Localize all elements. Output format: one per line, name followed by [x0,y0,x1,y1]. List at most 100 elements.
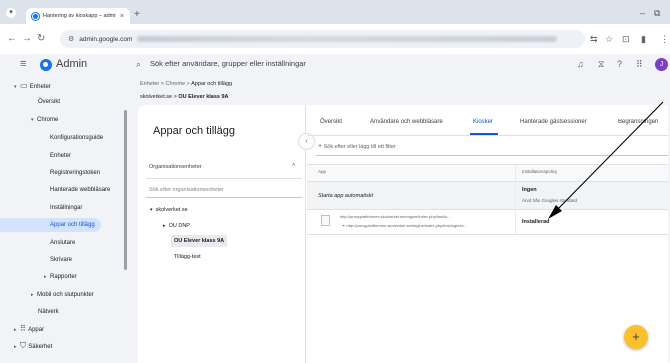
sidebar-item-setup-guide[interactable]: Konfigurationsguide [50,131,103,145]
tab-restrictions[interactable]: Begränsningen [618,119,668,125]
app-url: http://proxyplattformen.skolverket.se/en… [340,214,451,219]
sidebar-item-mobile-endpoints[interactable]: ▸ Mobil och slutpunkter [31,288,94,302]
auto-launch-policy: Ingen [522,187,537,193]
sidebar-item-network[interactable]: Nätverk [38,305,59,319]
sidebar-item-overview[interactable]: Översikt [38,95,60,109]
browser-toolbar: ← → ↻ ⚙ admin.google.com ⇆ ☆ ⊡ ▮ ⋮ [0,24,670,54]
add-filter-icon[interactable]: + [318,143,322,150]
browser-tab[interactable]: Hantering av kioskapp – admin × [26,8,130,24]
breadcrumb: Enheter > Chrome > Appar och tillägg [140,81,232,87]
breadcrumb-chrome[interactable]: Chrome [166,81,186,87]
sidebar-item-connectors[interactable]: Anslutare [50,236,75,250]
tab-users-browsers[interactable]: Användare och webbläsare [370,119,443,125]
column-header-policy[interactable]: Installationspolicy [522,169,557,174]
shield-icon: ⛉ [20,341,29,350]
ou-tree-root[interactable]: ▾ skolverket.se [150,204,188,216]
tab-kiosks[interactable]: Kiosker [473,119,493,125]
app-page-icon [321,215,330,226]
sidebar-item-label: Säkerhet [28,344,53,350]
sidebar-item-label: Nätverk [38,309,59,315]
add-app-button[interactable]: + [624,325,648,349]
breadcrumb-devices[interactable]: Enheter [140,81,159,87]
sidebar-item-enrollment-token[interactable]: Registreringstoken [50,166,100,180]
ou-tree-extension-test[interactable]: Tillägg-test [174,251,201,263]
sidebar-scrollbar[interactable] [124,110,127,270]
extensions-icon[interactable]: ⊡ [622,33,630,45]
auto-launch-label: Starta app automatiskt [318,193,374,199]
divider [316,155,668,156]
ou-tree-dnp[interactable]: ▸ OU DNP [163,220,190,232]
divider [307,135,668,136]
sidebar-item-label: Översikt [38,99,61,105]
sidebar-item-label: Registreringstoken [50,170,101,176]
tab-search-icon[interactable]: ▾ [6,8,16,18]
page-title: Appar och tillägg [153,125,235,137]
tab-title: Hantering av kioskapp – admin [43,13,116,19]
sidebar-item-managed-browsers[interactable]: Hanterade webbläsare [50,183,110,197]
chevron-down-icon[interactable]: ▾ [150,207,153,213]
admin-search-input[interactable]: Sök efter användare, grupper eller instä… [150,59,306,68]
browser-menu-icon[interactable]: ⋮ [660,33,669,45]
help-icon[interactable]: ? [617,59,622,69]
divider [146,197,302,198]
sidebar-item-printers[interactable]: Skrivare [50,253,72,267]
chevron-left-icon: ‹ [305,138,308,145]
breadcrumb-current: Appar och tillägg [191,81,233,87]
translate-icon[interactable]: ⇆ [590,33,598,45]
sidebar-item-devices[interactable]: ▾ ▭ Enheter [14,79,51,93]
tasks-hourglass-icon[interactable]: ⧖ [598,59,604,70]
site-info-icon[interactable]: ⚙ [68,35,74,43]
org-root[interactable]: skolverket.se [140,94,172,100]
back-arrow-icon[interactable]: ← [7,33,17,45]
tab-managed-guest-sessions[interactable]: Hanterade gästsessioner [520,119,587,125]
bookmark-star-icon[interactable]: ☆ [605,33,613,45]
ou-tree-label: Tillägg-test [174,254,201,260]
ou-search-input[interactable]: Sök efter organisationsenheter [149,187,224,193]
sidebar-item-reports[interactable]: ▸ Rapporter [44,270,77,284]
org-unit-path: skolverket.se > OU Elever klass 9A [140,94,229,100]
sidepanel-icon[interactable]: ▮ [641,33,646,45]
sidebar-item-security[interactable]: ▸ ⛉ Säkerhet [14,339,52,353]
sidebar-item-chrome[interactable]: ▾ Chrome [31,113,58,127]
tab-overview[interactable]: Översikt [320,119,342,125]
new-tab-button[interactable]: + [134,10,140,20]
sidebar-item-chrome-devices[interactable]: Enheter [50,149,71,163]
link-icon: ⚭ [342,223,346,228]
reload-icon[interactable]: ↻ [37,33,45,45]
org-unit-panel [138,105,306,363]
sidebar-item-apps[interactable]: ▸ ⠿ Appar [14,322,44,336]
ou-header: Organisationsenheter [149,164,202,170]
product-title: Admin [56,58,88,70]
sidebar-item-label: Rapporter [50,274,77,280]
column-divider [515,164,516,235]
table-header [307,164,668,182]
breadcrumb-separator: > [160,81,165,87]
sidebar-item-apps-extensions[interactable]: Appar och tillägg [0,218,101,232]
chevron-right-icon[interactable]: ▸ [163,223,166,229]
filter-input[interactable]: + Sök efter eller lägg till ett filter [318,143,396,153]
ou-tree-label: OU DNP [168,223,190,229]
sidebar-item-label: Konfigurationsguide [50,135,104,141]
main-menu-icon[interactable]: ≡ [20,58,26,70]
ou-tree-selected[interactable]: OU Elever klass 9A [171,235,228,247]
notifications-icon[interactable]: ♫ [577,59,584,69]
search-icon: ⌕ [136,59,142,69]
url-host: admin.google.com [79,35,133,43]
ou-tree-label: skolverket.se [155,207,188,213]
sidebar-item-settings[interactable]: Inställningar [50,201,82,215]
sidebar-item-label: Mobil och slutpunkter [37,292,94,298]
restore-button[interactable]: ⧉ [654,8,660,19]
address-bar[interactable]: ⚙ admin.google.com [60,30,585,48]
minimize-button[interactable]: – [640,8,645,18]
forward-arrow-icon[interactable]: → [22,33,32,45]
app-install-status: Installerad [522,219,550,225]
chevron-up-icon[interactable]: ˄ [292,163,296,169]
column-header-app[interactable]: App [318,169,326,174]
tab-close-icon[interactable]: × [120,13,124,20]
breadcrumb-separator: > [186,81,190,87]
apps-grid-icon[interactable]: ⠿ [636,59,643,70]
sidebar-item-label: Skrivare [50,257,73,263]
sidebar-item-label: Hanterade webbläsare [50,187,111,193]
avatar[interactable]: J [655,58,668,71]
org-current: OU Elever klass 9A [178,94,229,100]
